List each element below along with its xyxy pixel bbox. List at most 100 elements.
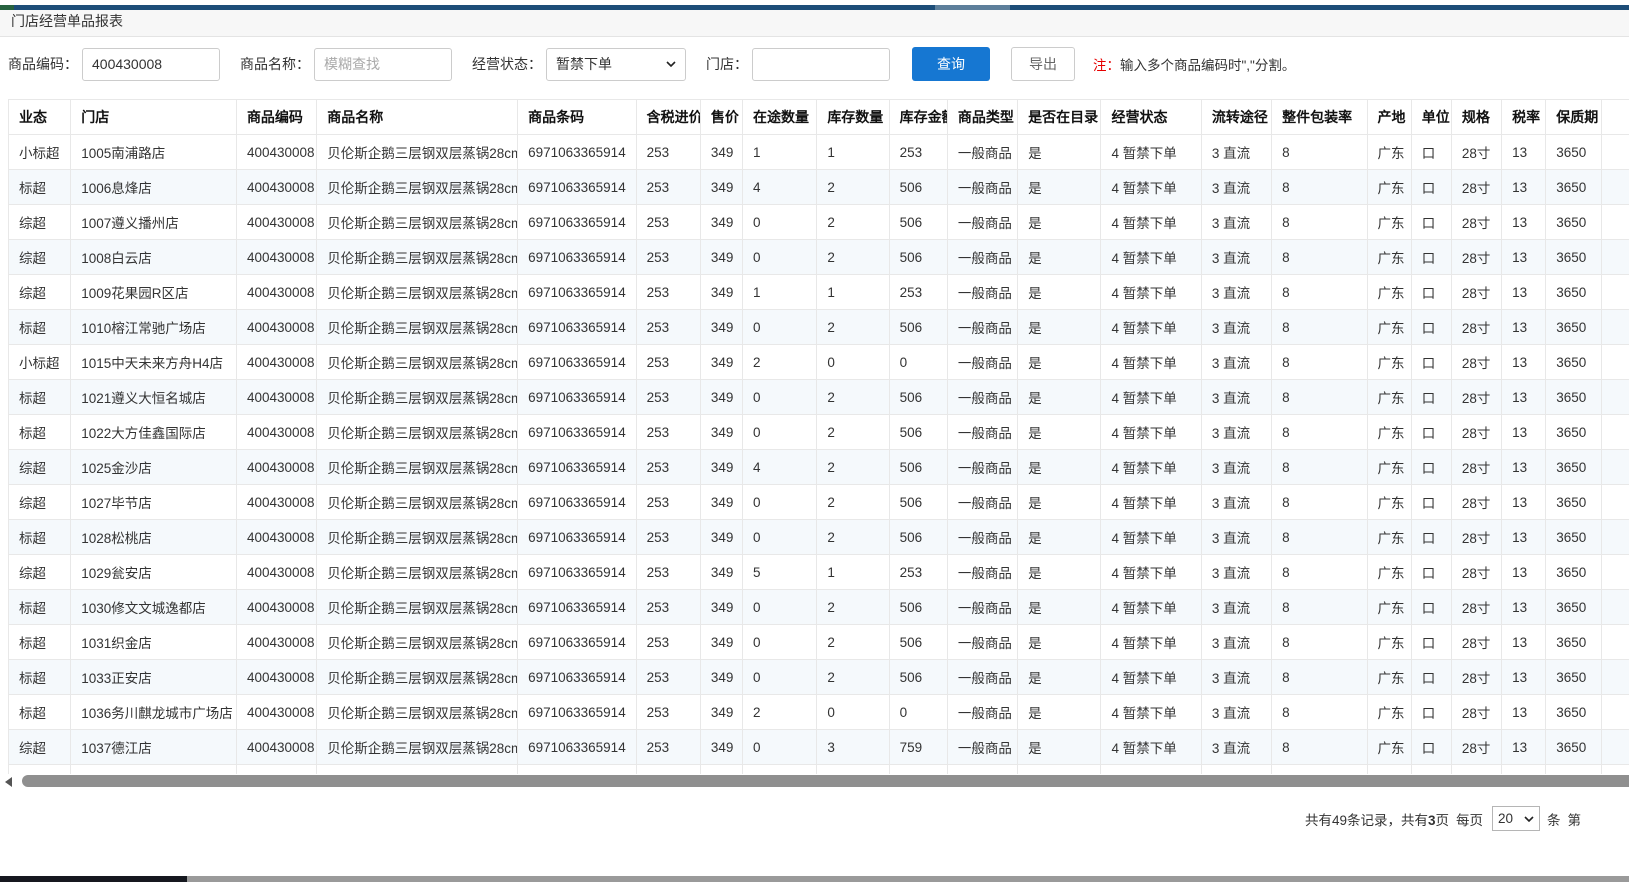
- table-cell: 6971063365914: [518, 555, 636, 590]
- store-input[interactable]: [752, 48, 890, 81]
- table-cell: 400430008: [236, 450, 316, 485]
- table-cell: 4 暂禁下单: [1101, 695, 1201, 730]
- table-cell: 13: [1502, 520, 1546, 555]
- table-cell: 标超: [9, 310, 71, 345]
- table-row: 综超1008白云店400430008贝伦斯企鹅三层钢双层蒸锅28cm697106…: [9, 240, 1629, 275]
- scroll-left-arrow-icon[interactable]: [5, 777, 12, 787]
- table-cell: 广东: [1367, 135, 1411, 170]
- operation-status-value: 暂禁下单: [556, 54, 612, 74]
- table-cell: 253: [636, 380, 700, 415]
- table-cell: 400430008: [236, 310, 316, 345]
- table-cell: 口: [1411, 415, 1451, 450]
- table-cell: 广东: [1367, 345, 1411, 380]
- column-header: 整件包装率: [1272, 100, 1367, 135]
- table-cell: 28寸: [1451, 730, 1501, 765]
- table-cell: 8: [1272, 415, 1367, 450]
- scrollbar-thumb[interactable]: [22, 775, 1629, 787]
- table-cell: 3650: [1546, 590, 1602, 625]
- operation-status-label: 经营状态：: [472, 54, 542, 74]
- column-header: 商品类型: [947, 100, 1017, 135]
- column-header: 业态: [9, 100, 71, 135]
- table-cell: 口: [1411, 660, 1451, 695]
- table-cell: 一般商品: [947, 520, 1017, 555]
- product-name-input[interactable]: [314, 48, 452, 81]
- table-cell: 400430008: [236, 695, 316, 730]
- table-cell: 13: [1502, 765, 1546, 775]
- table-cell: 4 暂禁下单: [1101, 555, 1201, 590]
- table-cell: 349: [700, 205, 742, 240]
- table-cell: 是: [1018, 380, 1101, 415]
- table-row: 综超1025金沙店400430008贝伦斯企鹅三层钢双层蒸锅28cm697106…: [9, 450, 1629, 485]
- table-cell: 3650: [1546, 695, 1602, 730]
- export-button[interactable]: 导出: [1011, 47, 1075, 81]
- table-cell-clipped: [1602, 240, 1629, 275]
- table-cell: 6971063365914: [518, 345, 636, 380]
- table-cell: 506: [889, 520, 947, 555]
- table-cell: 3 直流: [1201, 170, 1271, 205]
- table-cell: 一般商品: [947, 135, 1017, 170]
- table-cell: 是: [1018, 520, 1101, 555]
- operation-status-select[interactable]: 暂禁下单: [546, 48, 686, 81]
- table-cell: 3 直流: [1201, 205, 1271, 240]
- table-cell: 3650: [1546, 415, 1602, 450]
- table-cell: 一般商品: [947, 625, 1017, 660]
- table-cell: 0: [743, 415, 817, 450]
- table-cell: 综超: [9, 730, 71, 765]
- table-cell: 小标超: [9, 135, 71, 170]
- table-cell: 标超: [9, 625, 71, 660]
- table-cell: 28寸: [1451, 555, 1501, 590]
- table-cell: 1007遵义播州店: [71, 205, 237, 240]
- table-cell: 是: [1018, 310, 1101, 345]
- table-cell: 28寸: [1451, 380, 1501, 415]
- table-cell: 4 暂禁下单: [1101, 380, 1201, 415]
- table-cell: 4 暂禁下单: [1101, 625, 1201, 660]
- table-cell: 3 直流: [1201, 310, 1271, 345]
- search-button[interactable]: 查询: [912, 47, 990, 81]
- table-cell: 综超: [9, 450, 71, 485]
- table-cell: 8: [1272, 555, 1367, 590]
- table-cell: 贝伦斯企鹅三层钢双层蒸锅28cm: [317, 380, 518, 415]
- table-cell-clipped: [1602, 135, 1629, 170]
- column-header-clipped: [1602, 100, 1629, 135]
- table-cell: 3650: [1546, 380, 1602, 415]
- table-cell: 349: [700, 450, 742, 485]
- table-cell: 400430008: [236, 555, 316, 590]
- table-cell: 0: [743, 590, 817, 625]
- product-code-input[interactable]: [82, 48, 220, 81]
- table-cell: 4 暂禁下单: [1101, 310, 1201, 345]
- table-cell: 0: [817, 345, 889, 380]
- table-cell: 一般商品: [947, 415, 1017, 450]
- table-cell: 2: [817, 205, 889, 240]
- table-cell: 253: [636, 205, 700, 240]
- table-cell: 1030修文文城逸都店: [71, 590, 237, 625]
- table-cell: 4 暂禁下单: [1101, 345, 1201, 380]
- product-name-label: 商品名称：: [240, 54, 310, 74]
- table-cell: 一般商品: [947, 485, 1017, 520]
- table-cell-clipped: [1602, 625, 1629, 660]
- table-cell: 28寸: [1451, 450, 1501, 485]
- table-cell: 0: [889, 695, 947, 730]
- table-cell: 6971063365914: [518, 625, 636, 660]
- table-cell: 8: [1272, 625, 1367, 660]
- column-header: 税率: [1502, 100, 1546, 135]
- horizontal-scrollbar[interactable]: [0, 774, 1629, 790]
- top-edge-light-segment: [935, 5, 1010, 10]
- column-header: 经营状态: [1101, 100, 1201, 135]
- table-cell: 349: [700, 135, 742, 170]
- table-cell: 2: [817, 415, 889, 450]
- table-cell-clipped: [1602, 415, 1629, 450]
- table-cell: 口: [1411, 520, 1451, 555]
- table-cell: 3650: [1546, 345, 1602, 380]
- table-cell: 口: [1411, 625, 1451, 660]
- table-cell: 28寸: [1451, 240, 1501, 275]
- table-cell: 广东: [1367, 765, 1411, 775]
- table-cell: 13: [1502, 380, 1546, 415]
- table-cell: 是: [1018, 590, 1101, 625]
- table-cell: 506: [889, 415, 947, 450]
- table-cell: 3650: [1546, 275, 1602, 310]
- per-page-select[interactable]: 20: [1492, 806, 1540, 831]
- table-cell: 1: [743, 275, 817, 310]
- table-cell-clipped: [1602, 660, 1629, 695]
- table-cell: 506: [889, 485, 947, 520]
- table-cell: 3 直流: [1201, 485, 1271, 520]
